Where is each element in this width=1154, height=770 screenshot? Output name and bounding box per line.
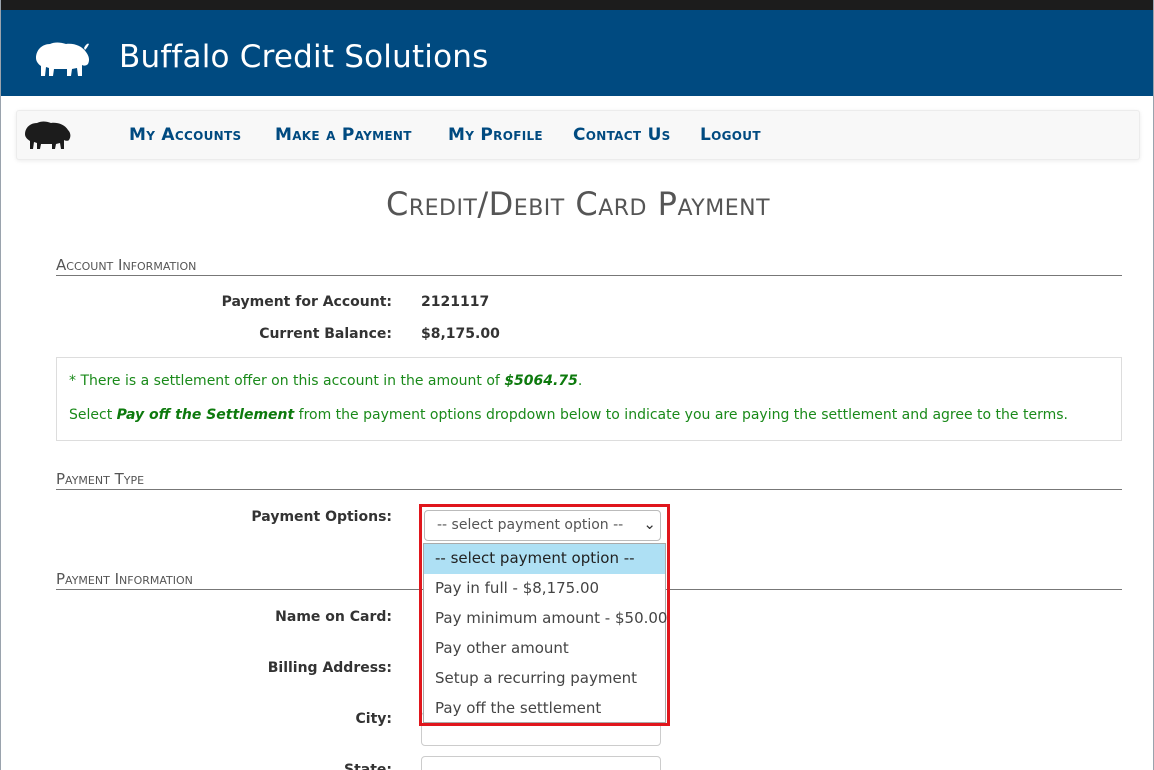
settlement-option-emphasis: Pay off the Settlement: [116, 407, 295, 423]
payment-options-selected-value: -- select payment option --: [437, 517, 624, 533]
notice-line-2: Select Pay off the Settlement from the p…: [69, 407, 1068, 423]
state-select[interactable]: [421, 756, 661, 770]
notice-line-1: * There is a settlement offer on this ac…: [69, 373, 582, 389]
name-on-card-label: Name on Card:: [275, 609, 392, 625]
brand-title: Buffalo Credit Solutions: [119, 39, 489, 75]
city-label: City:: [355, 711, 393, 727]
nav-contact-us[interactable]: Contact Us: [573, 125, 671, 145]
notice-line-1-end: .: [577, 373, 583, 389]
balance-value: $8,175.00: [421, 326, 500, 342]
notice-line-2-start: Select: [69, 407, 117, 423]
window-top-edge: [1, 0, 1153, 10]
account-info-heading: Account Information: [56, 256, 1122, 276]
option-pay-off-settlement[interactable]: Pay off the settlement: [424, 694, 665, 724]
chevron-down-icon: ⌄: [643, 515, 656, 533]
option-recurring-payment[interactable]: Setup a recurring payment: [424, 664, 665, 694]
brand-header: Buffalo Credit Solutions: [1, 10, 1153, 96]
payment-type-heading: Payment Type: [56, 470, 1122, 490]
page-title: Credit/Debit Card Payment: [385, 185, 771, 223]
option-pay-other-amount[interactable]: Pay other amount: [424, 634, 665, 664]
browser-frame: Buffalo Credit Solutions My Accounts Mak…: [0, 0, 1154, 770]
nav-my-profile[interactable]: My Profile: [448, 125, 543, 145]
buffalo-logo-icon: [36, 42, 90, 76]
main-navbar: My Accounts Make a Payment My Profile Co…: [16, 110, 1140, 160]
nav-my-accounts[interactable]: My Accounts: [129, 125, 241, 145]
option-pay-in-full[interactable]: Pay in full - $8,175.00: [424, 574, 665, 604]
option-select-placeholder[interactable]: -- select payment option --: [424, 544, 665, 574]
notice-line-1-text: * There is a settlement offer on this ac…: [69, 373, 505, 389]
state-label: State:: [343, 762, 392, 770]
settlement-amount: $5064.75: [504, 373, 578, 389]
account-label: Payment for Account:: [221, 294, 392, 310]
account-value: 2121117: [421, 294, 490, 310]
balance-label: Current Balance:: [259, 326, 392, 342]
payment-options-select[interactable]: -- select payment option -- ⌄: [424, 510, 661, 541]
payment-options-label: Payment Options:: [251, 509, 392, 525]
nav-make-a-payment[interactable]: Make a Payment: [275, 125, 412, 145]
billing-address-label: Billing Address:: [267, 660, 392, 676]
notice-line-2-text: from the payment options dropdown below …: [294, 407, 1068, 423]
buffalo-nav-icon[interactable]: [23, 118, 73, 152]
nav-logout[interactable]: Logout: [700, 125, 761, 145]
settlement-notice: * There is a settlement offer on this ac…: [56, 357, 1122, 441]
option-pay-minimum[interactable]: Pay minimum amount - $50.00: [424, 604, 667, 634]
payment-options-dropdown: -- select payment option -- Pay in full …: [423, 543, 667, 724]
